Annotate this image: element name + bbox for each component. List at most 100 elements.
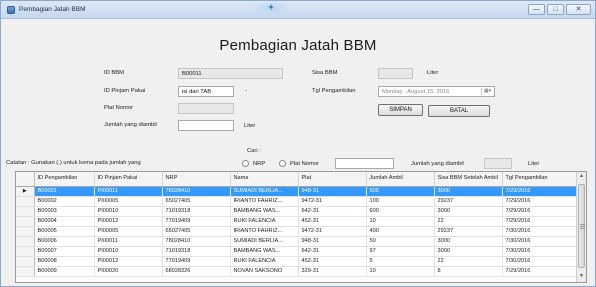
table-cell[interactable]: NOVAN SAKSONO xyxy=(230,266,299,277)
calendar-dropdown-button[interactable]: ▦▾ xyxy=(481,88,493,95)
batal-button[interactable]: BATAL xyxy=(428,105,490,117)
table-cell[interactable]: 500 xyxy=(366,186,435,197)
table-cell[interactable]: B00009 xyxy=(34,266,95,277)
table-cell[interactable]: 7/30/2016 xyxy=(502,246,579,257)
scroll-up-icon[interactable]: ▲ xyxy=(577,172,586,181)
table-cell[interactable]: B00006 xyxy=(34,236,95,247)
column-header[interactable]: ID Pinjam Pakai xyxy=(94,172,163,187)
table-cell[interactable]: PI00020 xyxy=(94,266,163,277)
column-header[interactable]: Plat xyxy=(298,172,367,187)
table-cell[interactable]: 7/30/2016 xyxy=(502,236,579,247)
table-row[interactable]: B00003 PI00010 71019318 BAMBANG WAS... 642-3… xyxy=(16,206,579,217)
table-cell[interactable]: 22 xyxy=(434,256,503,267)
plat-nomor-field[interactable] xyxy=(178,103,234,114)
table-cell[interactable]: 68028326 xyxy=(162,266,231,277)
close-button[interactable]: ✕ xyxy=(566,4,591,15)
table-cell[interactable]: B00007 xyxy=(34,246,95,257)
id-bbm-field[interactable]: B00011 xyxy=(178,68,283,79)
table-cell[interactable]: B00004 xyxy=(34,216,95,227)
table-cell[interactable]: 3000 xyxy=(434,206,503,217)
table-cell[interactable]: BAMBANG WAS... xyxy=(230,246,299,257)
table-cell[interactable]: 78028410 xyxy=(162,186,231,197)
table-cell[interactable]: 100 xyxy=(366,196,435,207)
simpan-button[interactable]: SIMPAN xyxy=(378,104,423,116)
table-cell[interactable]: B00008 xyxy=(34,256,95,267)
table-cell[interactable]: PI00011 xyxy=(94,236,163,247)
table-cell[interactable]: B00002 xyxy=(34,196,95,207)
table-cell[interactable]: 600 xyxy=(366,206,435,217)
date-picker[interactable]: Monday , August 15, 2016 ▦▾ xyxy=(378,86,495,97)
table-cell[interactable]: PI00005 xyxy=(94,226,163,237)
table-cell[interactable]: 97 xyxy=(366,246,435,257)
table-cell[interactable]: IRIANTO FAHRIZ... xyxy=(230,226,299,237)
table-cell[interactable]: 642-31 xyxy=(298,246,367,257)
table-cell[interactable]: 3000 xyxy=(434,186,503,197)
plat-radio[interactable] xyxy=(279,160,286,167)
data-grid[interactable]: ID Pengambilan ID Pinjam Pakai NRP Nama … xyxy=(15,171,587,283)
row-header[interactable] xyxy=(16,266,35,277)
table-cell[interactable]: 71019318 xyxy=(162,246,231,257)
table-cell[interactable]: 77019409 xyxy=(162,256,231,267)
scroll-thumb[interactable] xyxy=(578,184,585,268)
row-header[interactable] xyxy=(16,216,35,227)
table-cell[interactable]: 3000 xyxy=(434,236,503,247)
table-cell[interactable]: 642-31 xyxy=(298,206,367,217)
table-cell[interactable]: 400 xyxy=(366,226,435,237)
row-header[interactable] xyxy=(16,256,35,267)
table-cell[interactable]: IRIANTO FAHRIZ... xyxy=(230,196,299,207)
sisa-bbm-field[interactable] xyxy=(378,68,413,79)
table-cell[interactable]: 7/30/2016 xyxy=(502,226,579,237)
search-jumlah-field[interactable] xyxy=(484,158,512,169)
table-cell[interactable]: B00003 xyxy=(34,206,95,217)
table-cell[interactable]: 329-31 xyxy=(298,266,367,277)
row-header[interactable] xyxy=(16,236,35,247)
table-cell[interactable]: 8 xyxy=(434,266,503,277)
table-cell[interactable]: PI00005 xyxy=(94,196,163,207)
table-cell[interactable]: 7/29/2016 xyxy=(502,186,579,197)
search-input[interactable] xyxy=(335,158,394,169)
table-cell[interactable]: 9472-31 xyxy=(298,196,367,207)
column-header[interactable]: ID Pengambilan xyxy=(34,172,95,187)
column-header[interactable]: Nama xyxy=(230,172,299,187)
table-cell[interactable]: PI00011 xyxy=(94,186,163,197)
row-header[interactable] xyxy=(16,206,35,217)
table-cell[interactable]: 452-31 xyxy=(298,216,367,227)
maximize-button[interactable]: □ xyxy=(547,4,564,15)
table-cell[interactable]: 948-31 xyxy=(298,236,367,247)
row-header[interactable]: ▶ xyxy=(16,186,35,197)
vertical-scrollbar[interactable]: ▲ ▼ xyxy=(576,172,586,282)
table-cell[interactable]: PI00010 xyxy=(94,206,163,217)
table-cell[interactable]: B00001 xyxy=(34,186,95,197)
table-cell[interactable]: RUKI FALENCIA xyxy=(230,216,299,227)
table-row[interactable]: B00005 PI00005 65027405 IRIANTO FAHRIZ... 94… xyxy=(16,226,579,237)
table-cell[interactable]: 7/29/2016 xyxy=(502,216,579,227)
table-cell[interactable]: 10 xyxy=(366,266,435,277)
table-cell[interactable]: 77019409 xyxy=(162,216,231,227)
table-cell[interactable]: 29237 xyxy=(434,196,503,207)
table-row[interactable]: B00002 PI00005 65027405 IRIANTO FAHRIZ... 94… xyxy=(16,196,579,207)
table-cell[interactable]: RUKI FALENCIA xyxy=(230,256,299,267)
table-cell[interactable]: 29237 xyxy=(434,226,503,237)
row-header[interactable] xyxy=(16,196,35,207)
id-pinjam-field[interactable]: isi dan TAB xyxy=(178,86,234,97)
column-header[interactable]: NRP xyxy=(162,172,231,187)
table-row[interactable]: B00007 PI00010 71019318 BAMBANG WAS... 642-3… xyxy=(16,246,579,257)
table-row[interactable]: B00009 PI00020 68028326 NOVAN SAKSONO 329-31… xyxy=(16,266,579,277)
table-cell[interactable]: PI00010 xyxy=(94,246,163,257)
table-row[interactable]: ▶ B00001 PI00011 78028410 SUMIADI BERLIA... 9… xyxy=(16,186,579,197)
scroll-down-icon[interactable]: ▼ xyxy=(577,272,586,281)
table-cell[interactable]: 65027405 xyxy=(162,196,231,207)
column-header[interactable]: Sisa BBM Setelah Ambil xyxy=(434,172,503,187)
table-row[interactable]: B00006 PI00011 78028410 SUMIADI BERLIA... 94… xyxy=(16,236,579,247)
table-cell[interactable]: 50 xyxy=(366,236,435,247)
row-header[interactable] xyxy=(16,226,35,237)
table-cell[interactable]: SUMIADI BERLIA... xyxy=(230,236,299,247)
table-cell[interactable]: 7/29/2016 xyxy=(502,206,579,217)
table-cell[interactable]: 65027405 xyxy=(162,226,231,237)
table-cell[interactable]: 7/30/2016 xyxy=(502,256,579,267)
title-bar[interactable]: Pembagian Jatah BBM — □ ✕ xyxy=(1,1,595,19)
column-header[interactable]: Jumlah Ambil xyxy=(366,172,435,187)
table-cell[interactable]: B00005 xyxy=(34,226,95,237)
table-cell[interactable]: 3000 xyxy=(434,246,503,257)
minimize-button[interactable]: — xyxy=(528,4,545,15)
